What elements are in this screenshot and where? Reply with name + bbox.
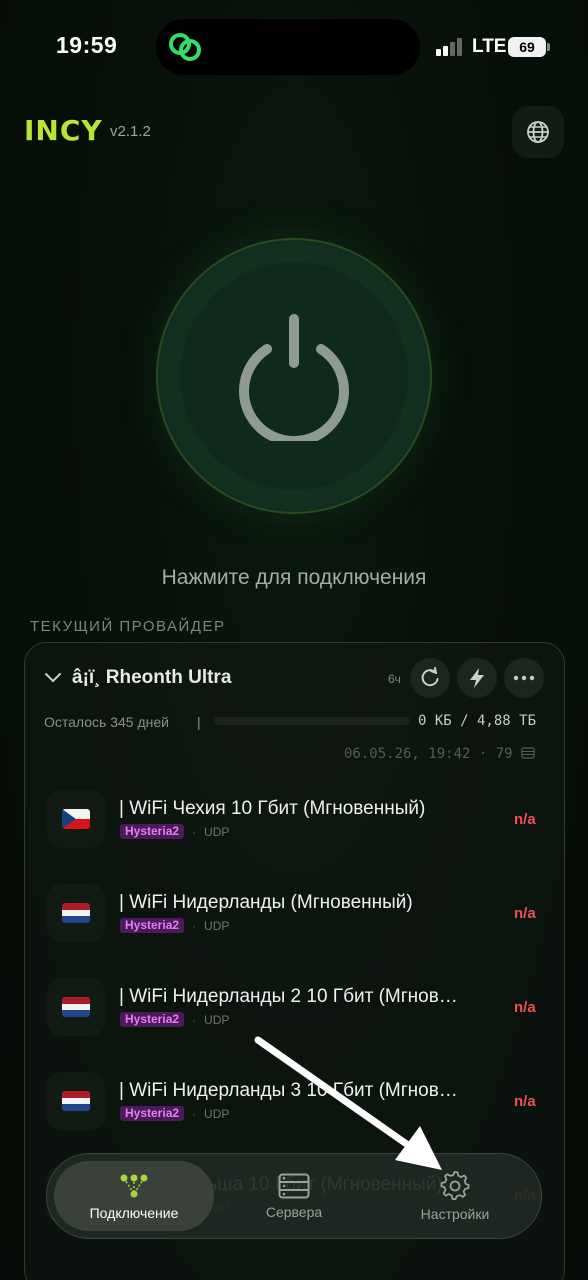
network-nodes-icon bbox=[120, 1174, 148, 1198]
server-row[interactable]: | WiFi Нидерланды (Мгновенный) Hysteria2 ·… bbox=[40, 874, 550, 954]
nav-label-settings: Настройки bbox=[420, 1206, 490, 1222]
separator-dot: · bbox=[192, 918, 197, 933]
separator-dot: · bbox=[192, 1012, 197, 1027]
app-version: v2.1.2 bbox=[110, 123, 151, 140]
server-row[interactable]: | WiFi Нидерланды 2 10 Гбит (Мгнов… Hyste… bbox=[40, 968, 550, 1048]
power-button[interactable] bbox=[180, 262, 408, 490]
network-type: UDP bbox=[204, 1106, 230, 1121]
status-time: 19:59 bbox=[56, 32, 118, 58]
traffic-usage: 0 КБ / 4,88 ТБ bbox=[418, 713, 537, 729]
protocol-badge: Hysteria2 bbox=[120, 918, 185, 933]
language-button[interactable] bbox=[512, 106, 564, 158]
protocol-badge: Hysteria2 bbox=[120, 824, 185, 839]
flag-tile bbox=[47, 790, 105, 848]
speed-test-button[interactable] bbox=[457, 658, 497, 698]
app-logo: INCY bbox=[24, 114, 103, 147]
nav-tab-connection[interactable]: Подключение bbox=[54, 1161, 214, 1231]
ping-value: n/a bbox=[514, 1093, 536, 1110]
traffic-progress bbox=[214, 717, 410, 725]
nav-label-connection: Подключение bbox=[89, 1205, 179, 1221]
ping-value: n/a bbox=[514, 999, 536, 1016]
network-type: LTE bbox=[472, 36, 507, 57]
flag-tile bbox=[47, 978, 105, 1036]
nav-tab-servers[interactable]: Сервера bbox=[234, 1161, 354, 1231]
days-remaining: Осталось 345 дней bbox=[44, 714, 169, 730]
updated-stamp-text: 06.05.26, 19:42 · 79 bbox=[344, 746, 513, 762]
flag-icon bbox=[62, 809, 90, 829]
section-title: ТЕКУЩИЙ ПРОВАЙДЕР bbox=[30, 618, 226, 635]
flag-tile bbox=[47, 1072, 105, 1130]
separator-dot: · bbox=[192, 1106, 197, 1121]
server-name: | WiFi Чехия 10 Гбит (Мгновенный) bbox=[119, 798, 426, 819]
server-name: | WiFi Нидерланды (Мгновенный) bbox=[119, 892, 413, 913]
server-row[interactable]: | WiFi Нидерланды 3 10 Гбит (Мгнов… Hyste… bbox=[40, 1062, 550, 1142]
separator: | bbox=[197, 714, 201, 730]
globe-icon bbox=[527, 121, 549, 143]
protocol-badge: Hysteria2 bbox=[120, 1012, 185, 1027]
more-button[interactable] bbox=[504, 658, 544, 698]
flag-icon bbox=[62, 903, 90, 923]
more-icon bbox=[513, 675, 535, 681]
bolt-icon bbox=[470, 668, 484, 688]
link-icon bbox=[169, 33, 201, 61]
update-age: 6ч bbox=[388, 672, 401, 686]
server-list-icon bbox=[521, 747, 535, 759]
nav-tab-settings[interactable]: Настройки bbox=[395, 1161, 515, 1231]
network-type: UDP bbox=[204, 1012, 230, 1027]
connect-hint: Нажмите для подключения bbox=[161, 566, 427, 589]
power-icon bbox=[239, 314, 349, 441]
updated-stamp: 06.05.26, 19:42 · 79 bbox=[344, 746, 535, 762]
server-row[interactable]: | WiFi Чехия 10 Гбит (Мгновенный) Hysteri… bbox=[40, 780, 550, 860]
chevron-down-icon[interactable] bbox=[44, 668, 62, 686]
gear-icon bbox=[440, 1171, 470, 1201]
server-name: | WiFi Нидерланды 2 10 Гбит (Мгнов… bbox=[119, 986, 458, 1007]
ping-value: n/a bbox=[514, 905, 536, 922]
battery-icon: 69 bbox=[508, 37, 546, 57]
ping-value: n/a bbox=[514, 811, 536, 828]
battery-tip bbox=[547, 43, 550, 51]
provider-name[interactable]: â¡ï¸ Rheonth Ultra bbox=[72, 667, 231, 689]
nav-label-servers: Сервера bbox=[265, 1204, 323, 1220]
server-icon bbox=[278, 1173, 310, 1199]
refresh-button[interactable] bbox=[410, 658, 450, 698]
network-type: UDP bbox=[204, 824, 230, 839]
protocol-badge: Hysteria2 bbox=[120, 1106, 185, 1121]
refresh-icon bbox=[421, 667, 439, 687]
flag-icon bbox=[62, 997, 90, 1017]
signal-icon bbox=[436, 38, 462, 56]
flag-icon bbox=[62, 1091, 90, 1111]
network-type: UDP bbox=[204, 918, 230, 933]
server-name: | WiFi Нидерланды 3 10 Гбит (Мгнов… bbox=[119, 1080, 458, 1101]
flag-tile bbox=[47, 884, 105, 942]
separator-dot: · bbox=[192, 824, 197, 839]
